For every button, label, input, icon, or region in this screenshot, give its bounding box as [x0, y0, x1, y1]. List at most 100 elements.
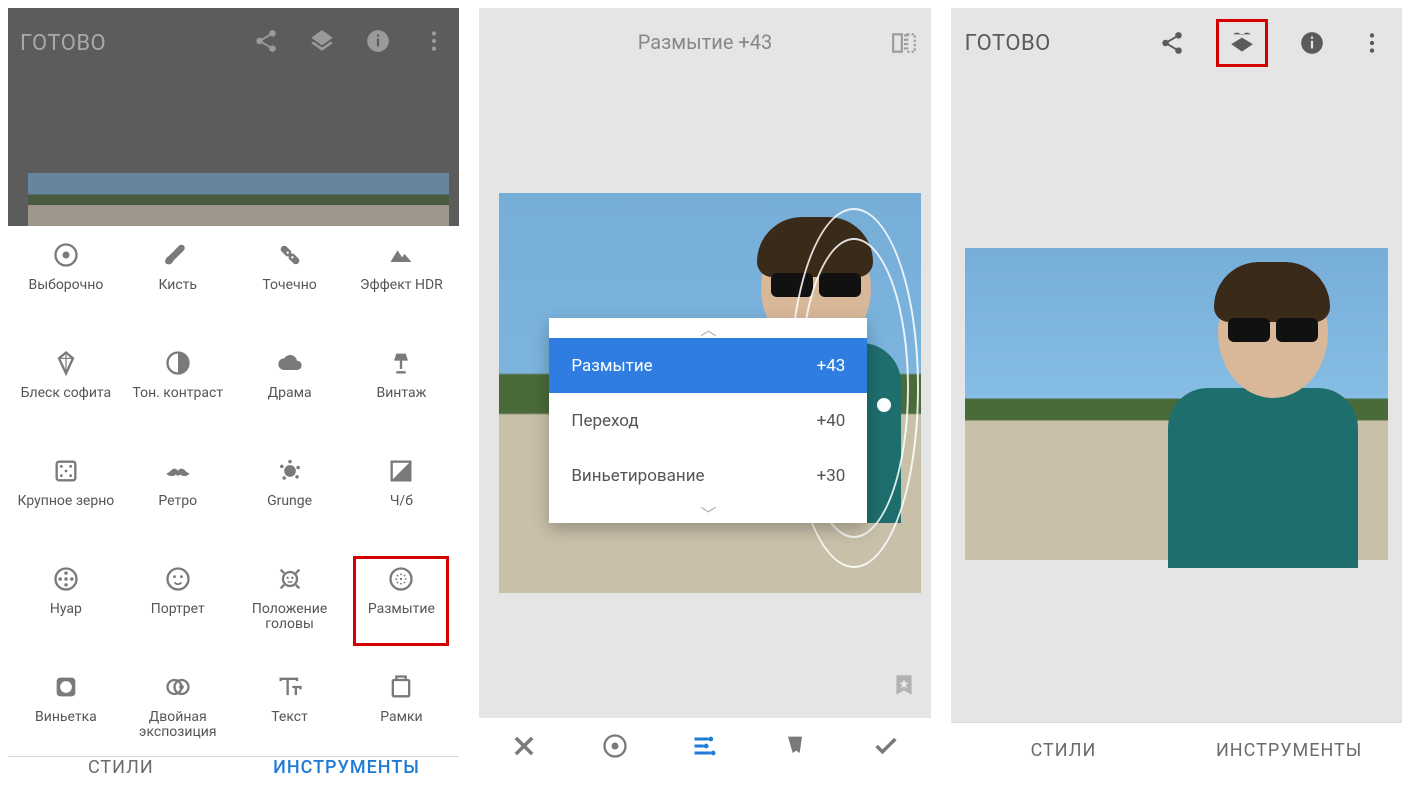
tool-headpose[interactable]: Положение головы	[234, 564, 346, 648]
photo-result[interactable]	[965, 248, 1388, 560]
tool-double[interactable]: Двойная экспозиция	[122, 672, 234, 756]
tool-label: Текст	[271, 710, 308, 725]
tool-vignette[interactable]: Виньетка	[10, 672, 122, 756]
tool-splat[interactable]: Grunge	[234, 456, 346, 540]
tool-mustache[interactable]: Ретро	[122, 456, 234, 540]
param-label: Виньетирование	[571, 466, 704, 486]
close-button[interactable]	[498, 724, 550, 772]
reel-icon	[51, 564, 81, 594]
diamond-icon	[51, 348, 81, 378]
tool-label: Винтаж	[376, 386, 426, 401]
chevron-down-icon[interactable]: ﹀	[549, 503, 867, 523]
tool-bandage[interactable]: Точечно	[234, 240, 346, 324]
tool-label: Портрет	[151, 602, 205, 617]
top-icons	[1156, 19, 1388, 67]
tool-label: Ч/б	[390, 494, 413, 509]
more-icon[interactable]	[421, 28, 447, 58]
tool-label: Grunge	[267, 494, 312, 509]
bottom-tabs: СТИЛИ ИНСТРУМЕНТЫ	[8, 756, 459, 778]
tool-brush[interactable]: Кисть	[122, 240, 234, 324]
done-label[interactable]: ГОТОВО	[20, 31, 106, 56]
bw-icon	[386, 456, 416, 486]
tool-label: Кисть	[158, 278, 197, 293]
param-row[interactable]: Размытие+43	[549, 338, 867, 393]
target-icon	[51, 240, 81, 270]
topbar: ГОТОВО	[951, 8, 1402, 78]
done-label[interactable]: ГОТОВО	[965, 31, 1051, 56]
share-icon[interactable]	[253, 28, 279, 58]
sliders-button[interactable]	[679, 724, 731, 772]
tool-label: Размытие	[368, 602, 435, 617]
edit-toolbar	[479, 718, 930, 778]
screen-result: ГОТОВО СТИЛИ ИНСТРУМЕНТЫ	[951, 8, 1402, 778]
photo-preview-strip	[28, 173, 449, 226]
brush-icon	[163, 240, 193, 270]
tool-label: Виньетка	[35, 710, 97, 725]
top-icons	[253, 28, 447, 58]
screen-blur-adjust: Размытие +43 ︿ Размытие+43Переход+40Винь…	[479, 8, 930, 778]
vignette-icon	[51, 672, 81, 702]
tool-label: Выборочно	[28, 278, 103, 293]
contrast-icon	[163, 348, 193, 378]
tool-label: Положение головы	[240, 602, 340, 633]
tools-grid: Выборочно Кисть Точечно Эффект HDR Блеск…	[8, 226, 459, 756]
topbar: ГОТОВО	[8, 8, 459, 78]
screen-tools: ГОТОВО Выборочно Кисть Точечно Эффект HD…	[8, 8, 459, 778]
compare-icon[interactable]	[891, 30, 917, 56]
adjust-title: Размытие +43	[638, 30, 772, 54]
param-row[interactable]: Виньетирование +30	[549, 448, 867, 503]
tool-mountains[interactable]: Эффект HDR	[345, 240, 457, 324]
layers-icon[interactable]	[1216, 19, 1268, 67]
tab-tools[interactable]: ИНСТРУМЕНТЫ	[234, 757, 460, 778]
tool-cloud[interactable]: Драма	[234, 348, 346, 432]
share-icon[interactable]	[1156, 27, 1188, 59]
frame-icon	[386, 672, 416, 702]
tool-contrast[interactable]: Тон. контраст	[122, 348, 234, 432]
double-icon	[163, 672, 193, 702]
mountains-icon	[386, 240, 416, 270]
tool-text[interactable]: Текст	[234, 672, 346, 756]
bookmark-icon[interactable]	[891, 672, 917, 698]
tool-label: Двойная экспозиция	[128, 710, 228, 741]
cloud-icon	[275, 348, 305, 378]
info-icon[interactable]	[1296, 27, 1328, 59]
layers-icon[interactable]	[309, 28, 335, 58]
topbar: Размытие +43	[479, 8, 930, 76]
text-icon	[275, 672, 305, 702]
param-value: +43	[817, 356, 846, 376]
param-row[interactable]: Переход+40	[549, 393, 867, 448]
apply-button[interactable]	[860, 724, 912, 772]
chevron-up-icon[interactable]: ︿	[549, 318, 867, 338]
tab-tools[interactable]: ИНСТРУМЕНТЫ	[1176, 723, 1402, 778]
param-value: +30	[817, 466, 846, 486]
styles-button[interactable]	[769, 724, 821, 772]
param-value: +40	[817, 411, 846, 431]
tool-bw[interactable]: Ч/б	[345, 456, 457, 540]
dimmed-preview: ГОТОВО	[8, 8, 459, 226]
tool-blur[interactable]: Размытие	[345, 564, 457, 648]
tool-diamond[interactable]: Блеск софита	[10, 348, 122, 432]
parameter-menu[interactable]: ︿ Размытие+43Переход+40 Виньетирование +30…	[549, 318, 867, 523]
tool-grain[interactable]: Крупное зерно	[10, 456, 122, 540]
tab-styles[interactable]: СТИЛИ	[951, 723, 1177, 778]
tool-label: Ретро	[158, 494, 197, 509]
more-icon[interactable]	[1356, 27, 1388, 59]
lamp-icon	[386, 348, 416, 378]
bottom-tabs: СТИЛИ ИНСТРУМЕНТЫ	[951, 722, 1402, 778]
tool-label: Драма	[268, 386, 312, 401]
info-icon[interactable]	[365, 28, 391, 58]
face-icon	[163, 564, 193, 594]
tool-frame[interactable]: Рамки	[345, 672, 457, 756]
bandage-icon	[275, 240, 305, 270]
tool-target[interactable]: Выборочно	[10, 240, 122, 324]
tool-lamp[interactable]: Винтаж	[345, 348, 457, 432]
tool-face[interactable]: Портрет	[122, 564, 234, 648]
tool-reel[interactable]: Нуар	[10, 564, 122, 648]
tools-panel: Выборочно Кисть Точечно Эффект HDR Блеск…	[8, 226, 459, 778]
blur-center-button[interactable]	[589, 724, 641, 772]
tab-styles[interactable]: СТИЛИ	[8, 757, 234, 778]
tool-label: Блеск софита	[21, 386, 112, 401]
param-name: Размытие	[638, 30, 734, 54]
subject	[1158, 268, 1358, 568]
mustache-icon	[163, 456, 193, 486]
